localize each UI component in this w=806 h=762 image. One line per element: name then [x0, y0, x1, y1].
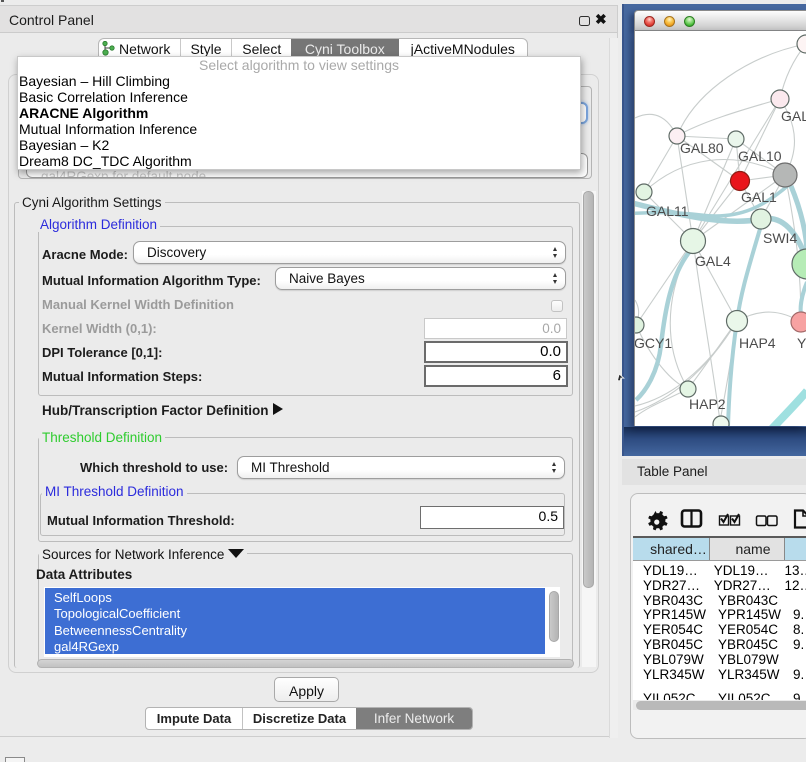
- svg-text:GAL10: GAL10: [738, 148, 782, 164]
- svg-text:GCY1: GCY1: [635, 335, 672, 351]
- svg-text:Y: Y: [797, 335, 806, 351]
- svg-text:HAP2: HAP2: [689, 396, 726, 412]
- svg-text:SWI4: SWI4: [763, 230, 797, 246]
- svg-text:GAL1: GAL1: [741, 189, 777, 205]
- svg-text:GAL4: GAL4: [695, 253, 731, 269]
- svg-text:GAL11: GAL11: [646, 203, 689, 219]
- svg-text:HAP4: HAP4: [739, 335, 776, 351]
- svg-text:GAL: GAL: [781, 108, 806, 124]
- svg-text:GAL80: GAL80: [680, 140, 724, 156]
